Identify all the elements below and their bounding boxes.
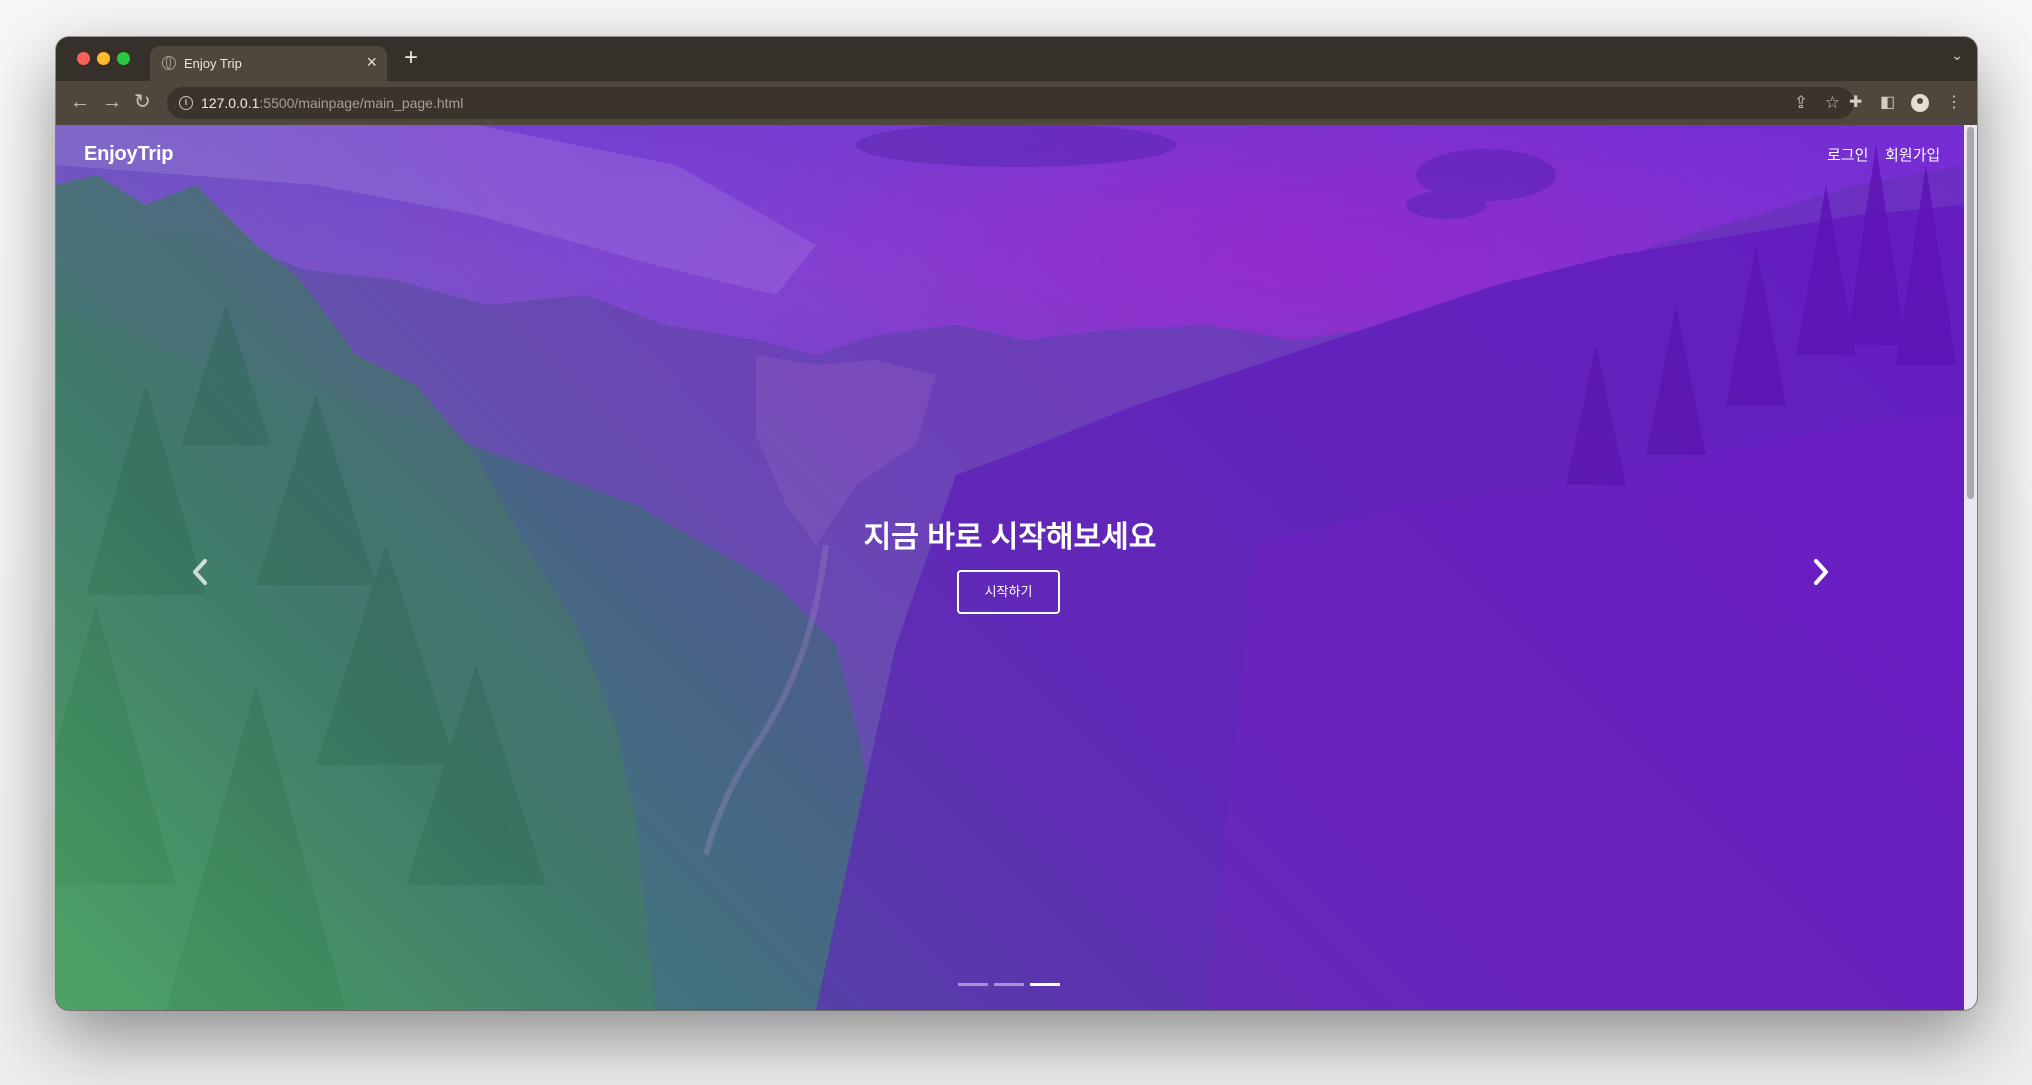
tab-title: Enjoy Trip: [184, 56, 242, 71]
window-maximize-button[interactable]: [117, 52, 130, 65]
window-minimize-button[interactable]: [97, 52, 110, 65]
url-host: 127.0.0.1: [201, 95, 260, 111]
tab-search-icon[interactable]: ⌄: [1951, 47, 1963, 64]
site-info-icon[interactable]: i: [179, 96, 193, 110]
login-link[interactable]: 로그인: [1827, 144, 1868, 165]
reload-icon[interactable]: ↻: [134, 88, 151, 116]
more-menu-icon[interactable]: ⋮: [1946, 93, 1962, 113]
carousel-indicator[interactable]: [994, 983, 1024, 986]
url-path: :5500/mainpage/main_page.html: [259, 95, 464, 111]
hero-carousel: EnjoyTrip 로그인 회원가입 지금 바로 시작해보세요 시작하기: [56, 125, 1977, 1010]
bookmark-star-icon[interactable]: ☆: [1825, 92, 1840, 114]
window-close-button[interactable]: [77, 52, 90, 65]
globe-icon: [162, 56, 176, 70]
profile-avatar-icon[interactable]: [1911, 94, 1929, 112]
side-panel-icon[interactable]: ◧: [1880, 93, 1895, 113]
back-icon[interactable]: ←: [70, 88, 90, 116]
browser-toolbar: ← → ↻ i 127.0.0.1:5500/mainpage/main_pag…: [56, 81, 1977, 125]
brand-logo[interactable]: EnjoyTrip: [84, 143, 174, 166]
scrollbar-thumb[interactable]: [1967, 127, 1974, 499]
forward-icon[interactable]: →: [102, 88, 122, 116]
chevron-right-icon[interactable]: [1806, 555, 1836, 589]
start-button[interactable]: 시작하기: [957, 570, 1060, 614]
address-bar[interactable]: i 127.0.0.1:5500/mainpage/main_page.html…: [167, 87, 1854, 119]
share-icon[interactable]: ⇪: [1794, 92, 1808, 114]
signup-link[interactable]: 회원가입: [1885, 144, 1940, 165]
carousel-indicator[interactable]: [958, 983, 988, 986]
hero-title: 지금 바로 시작해보세요: [863, 521, 1157, 554]
tab-strip: Enjoy Trip × + ⌄: [56, 37, 1977, 81]
scrollbar[interactable]: [1964, 125, 1977, 1010]
browser-window: Enjoy Trip × + ⌄ ← → ↻ i 127.0.0.1:5500/…: [56, 37, 1977, 1010]
chevron-left-icon[interactable]: [185, 555, 215, 589]
carousel-indicators: [958, 983, 1062, 987]
extensions-icon[interactable]: ✚: [1849, 93, 1862, 113]
page-viewport: EnjoyTrip 로그인 회원가입 지금 바로 시작해보세요 시작하기: [56, 125, 1977, 1010]
carousel-indicator-active[interactable]: [1030, 983, 1060, 986]
new-tab-button[interactable]: +: [404, 45, 418, 71]
url-text[interactable]: 127.0.0.1:5500/mainpage/main_page.html: [201, 95, 463, 111]
hero-gradient-overlay: [56, 125, 1977, 1010]
browser-tab[interactable]: Enjoy Trip ×: [150, 46, 387, 81]
tab-close-icon[interactable]: ×: [366, 52, 377, 72]
